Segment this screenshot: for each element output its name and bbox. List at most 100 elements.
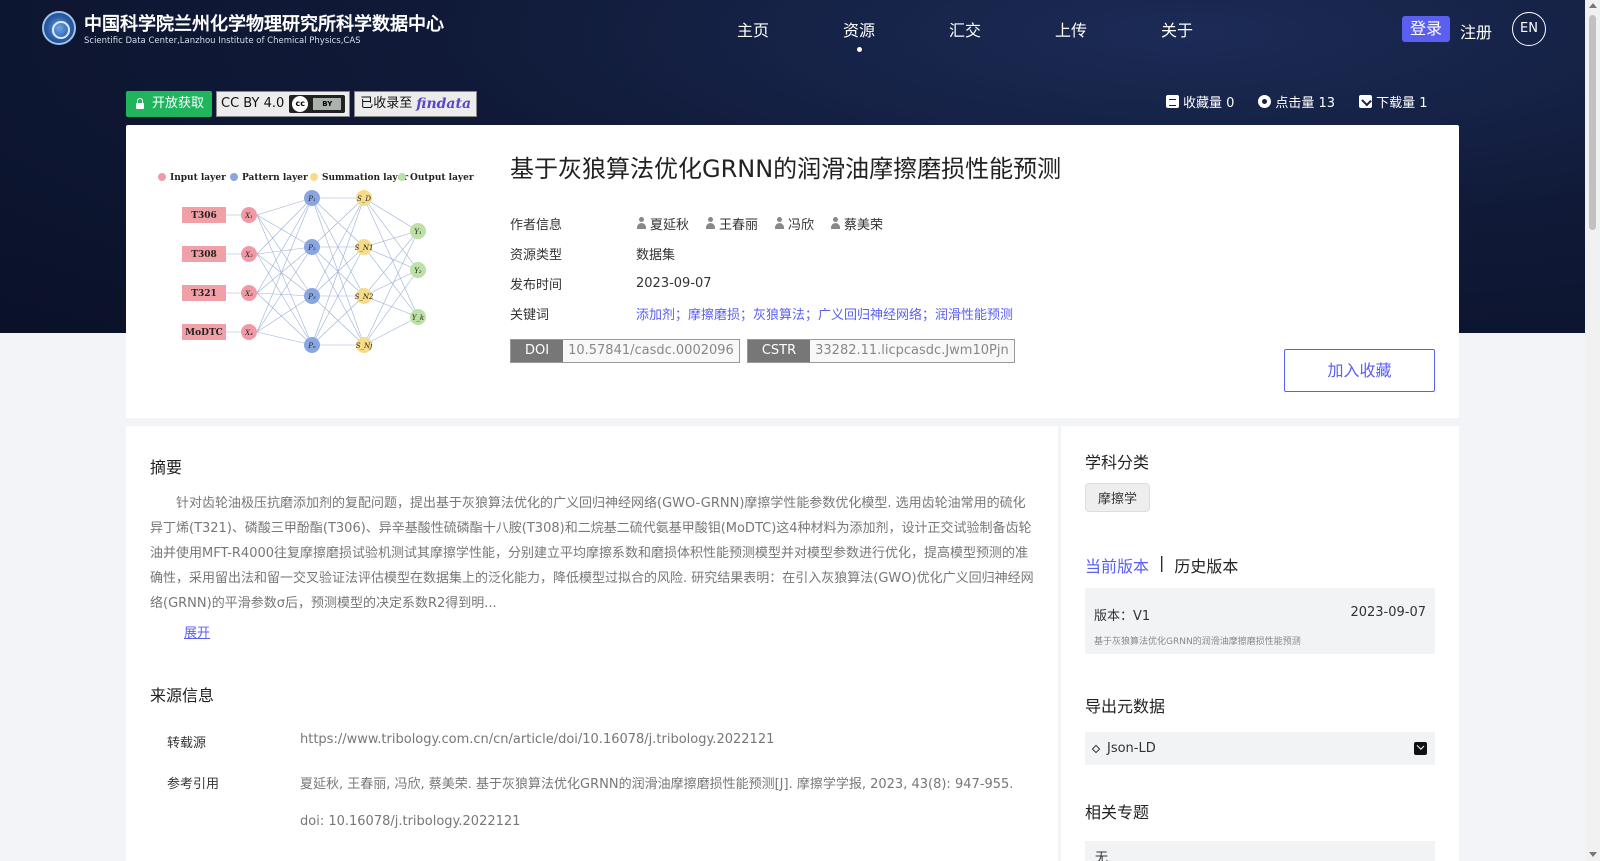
stats-bar: 收藏量 0 点击量 13 下载量 1 — [1166, 92, 1428, 111]
left-panel: 摘要 针对齿轮油极压抗磨添加剂的复配问题，提出基于灰狼算法优化的广义回归神经网络… — [126, 426, 1058, 861]
citation-text: 夏延秋, 王春丽, 冯欣, 蔡美荣. 基于灰狼算法优化GRNN的润滑油摩擦磨损性… — [300, 777, 1014, 792]
institute-logo[interactable] — [42, 11, 76, 45]
nav-submit[interactable]: 汇交 — [912, 17, 1018, 41]
source-title: 来源信息 — [150, 686, 215, 705]
input-label-t308: T308 — [191, 250, 216, 260]
open-access-label: 开放获取 — [152, 96, 205, 111]
license-badge[interactable]: CC BY 4.0 — [216, 91, 351, 117]
svg-text:X₂: X₂ — [244, 251, 253, 259]
person-icon — [636, 217, 647, 229]
citation-doi: doi: 10.16078/j.tribology.2022121 — [300, 814, 521, 829]
author-name: 蔡美荣 — [844, 217, 884, 233]
date-label: 发布时间 — [510, 277, 563, 293]
unlock-icon — [134, 98, 146, 110]
repost-label: 转载源 — [167, 736, 207, 751]
svg-text:Y₁: Y₁ — [414, 228, 422, 236]
downloads-count: 下载量 1 — [1376, 96, 1428, 111]
type-value: 数据集 — [636, 247, 676, 263]
author-item[interactable]: 冯欣 — [774, 214, 814, 233]
cstr-box[interactable]: CSTR 33282.11.licpcasdc.Jwm10Pjn — [746, 339, 1015, 363]
doi-box[interactable]: DOI 10.57841/casdc.0002096 — [510, 339, 740, 363]
nav-about[interactable]: 关于 — [1124, 17, 1230, 41]
export-title: 导出元数据 — [1085, 697, 1166, 716]
authors-row: 作者信息 夏延秋 王春丽 冯欣 蔡美荣 — [510, 208, 1013, 238]
nav-home[interactable]: 主页 — [700, 17, 806, 41]
grnn-network-figure: Input layer Pattern layer Summation laye… — [158, 173, 474, 353]
subject-title: 学科分类 — [1085, 453, 1150, 472]
author-item[interactable]: 王春丽 — [705, 214, 758, 233]
svg-text:S_N1: S_N1 — [355, 244, 374, 252]
scroll-thumb[interactable] — [1589, 15, 1596, 230]
abstract-title: 摘要 — [150, 458, 183, 477]
top-header: 中国科学院兰州化学物理研究所科学数据中心 Scientific Data Cen… — [0, 0, 1585, 60]
export-format-value: Json-LD — [1107, 741, 1156, 756]
citation-label: 参考引用 — [167, 777, 220, 792]
author-list: 夏延秋 王春丽 冯欣 蔡美荣 — [636, 214, 883, 233]
svg-text:X₄: X₄ — [244, 329, 253, 337]
input-label-modtc: MoDTC — [185, 328, 223, 338]
views-stat: 点击量 13 — [1258, 92, 1335, 111]
version-description: 基于灰狼算法优化GRNN的润滑油摩擦磨损性能预测 — [1094, 637, 1301, 647]
repost-row: 转载源 https://www.tribology.com.cn/cn/arti… — [167, 732, 774, 751]
author-name: 王春丽 — [719, 217, 759, 233]
version-card[interactable]: 版本：V1 2023-09-07 基于灰狼算法优化GRNN的润滑油摩擦磨损性能预… — [1085, 588, 1435, 654]
register-link[interactable]: 注册 — [1460, 19, 1492, 43]
person-icon — [705, 217, 716, 229]
login-button[interactable]: 登录 — [1402, 16, 1450, 42]
legend-pattern: Pattern layer — [242, 173, 308, 183]
findata-badge[interactable]: 已收录至 findata — [354, 91, 478, 117]
svg-text:X₁: X₁ — [244, 212, 253, 220]
svg-text:P₁: P₁ — [307, 195, 316, 203]
version-date: 2023-09-07 — [1350, 605, 1426, 620]
cstr-value: 33282.11.licpcasdc.Jwm10Pjn — [810, 340, 1014, 362]
main-nav: 主页 资源 汇交 上传 关于 — [700, 17, 1230, 52]
keywords-value[interactable]: 添加剂；摩擦磨损；灰狼算法；广义回归神经网络；润滑性能预测 — [636, 304, 1013, 323]
tab-current-version[interactable]: 当前版本 — [1085, 553, 1149, 577]
nav-upload[interactable]: 上传 — [1018, 17, 1124, 41]
svg-text:P₂: P₂ — [307, 244, 316, 252]
dataset-card: Input layer Pattern layer Summation laye… — [126, 125, 1459, 418]
site-subtitle: Scientific Data Center,Lanzhou Institute… — [84, 36, 361, 46]
scroll-down-icon[interactable] — [1589, 852, 1597, 857]
download-icon[interactable] — [1414, 742, 1427, 755]
right-sidebar: 学科分类 摩擦学 当前版本 | 历史版本 版本：V1 2023-09-07 基于… — [1061, 426, 1459, 861]
export-format-select[interactable]: Json-LD — [1085, 732, 1435, 765]
author-item[interactable]: 蔡美荣 — [830, 214, 883, 233]
eye-icon — [1258, 95, 1272, 108]
language-toggle[interactable]: EN — [1512, 12, 1546, 46]
tab-history-version[interactable]: 历史版本 — [1174, 553, 1238, 577]
scroll-up-icon[interactable] — [1589, 3, 1597, 8]
citation-doi-row: doi: 10.16078/j.tribology.2022121 — [167, 814, 520, 829]
input-label-t306: T306 — [191, 211, 216, 221]
topics-title: 相关专题 — [1085, 803, 1150, 822]
author-item[interactable]: 夏延秋 — [636, 214, 689, 233]
svg-text:S_D: S_D — [357, 195, 371, 203]
version-label: 版本：V1 — [1094, 609, 1151, 624]
dataset-title: 基于灰狼算法优化GRNN的润滑油摩擦磨损性能预测 — [510, 155, 1062, 183]
diamond-icon — [1091, 744, 1101, 753]
downloads-stat: 下载量 1 — [1359, 92, 1428, 111]
keywords-label: 关键词 — [510, 307, 550, 323]
site-title[interactable]: 中国科学院兰州化学物理研究所科学数据中心 — [84, 10, 444, 36]
type-row: 资源类型 数据集 — [510, 238, 1013, 268]
author-name: 夏延秋 — [650, 217, 690, 233]
svg-text:P₃: P₃ — [307, 293, 316, 301]
favorites-icon — [1166, 95, 1179, 108]
views-count: 点击量 13 — [1275, 96, 1336, 111]
open-access-badge: 开放获取 — [126, 91, 213, 117]
date-row: 发布时间 2023-09-07 — [510, 268, 1013, 298]
repost-url[interactable]: https://www.tribology.com.cn/cn/article/… — [300, 732, 774, 751]
page-scrollbar[interactable] — [1585, 0, 1600, 861]
authors-label: 作者信息 — [510, 217, 563, 233]
favorites-count: 收藏量 0 — [1183, 96, 1235, 111]
add-favorite-button[interactable]: 加入收藏 — [1284, 349, 1435, 392]
nav-resources[interactable]: 资源 — [806, 17, 912, 52]
person-icon — [774, 217, 785, 229]
legend-output-dot — [398, 173, 406, 181]
subject-tag[interactable]: 摩擦学 — [1085, 483, 1151, 512]
legend-summation: Summation layer — [322, 173, 408, 183]
legend-summation-dot — [310, 173, 318, 181]
expand-link[interactable]: 展开 — [184, 622, 210, 641]
indexed-prefix: 已收录至 — [360, 96, 413, 111]
svg-text:X₃: X₃ — [244, 290, 253, 298]
